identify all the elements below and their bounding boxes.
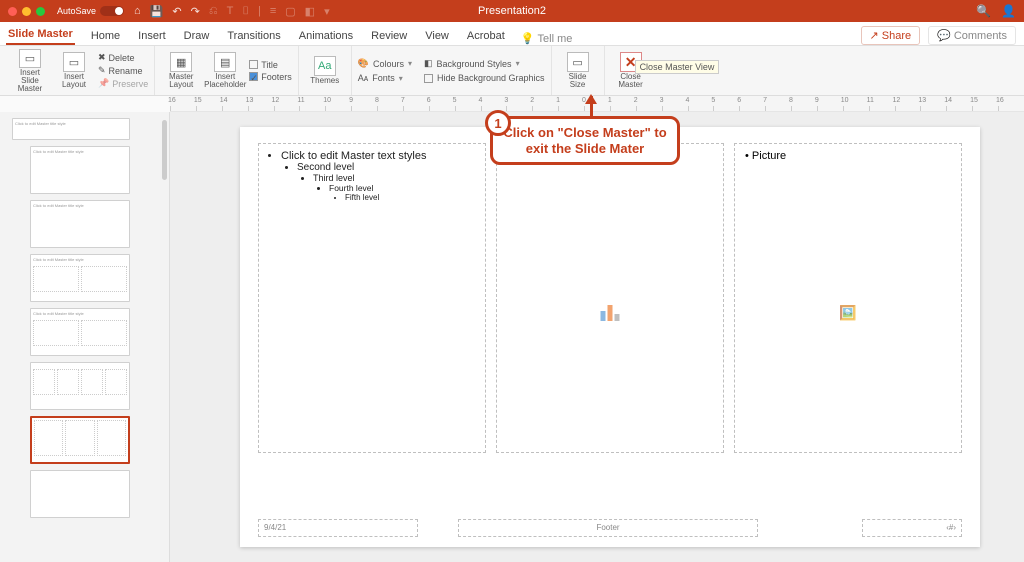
layout-thumbnail[interactable]: Click to edit Master title style [30,308,130,356]
bullet-l2: Second level [297,162,477,173]
close-master-tooltip: Close Master View [635,60,720,74]
layout-thumbnail[interactable]: Click to edit Master title style [30,254,130,302]
themes-icon: Aa [314,56,336,76]
undo-icon[interactable]: ↶ [172,5,181,18]
colours-icon: 🎨 [358,58,369,69]
qat-icon[interactable]: ◧ [305,5,315,18]
layout-thumbnail[interactable]: Click to edit Master title style [30,200,130,248]
themes-button[interactable]: Aa Themes [305,49,345,93]
qat-icon[interactable]: ⎌ [209,5,218,18]
annotation-callout: Click on "Close Master" to exit the Slid… [490,116,680,165]
qat-icon[interactable]: ≡ [270,5,276,17]
tab-view[interactable]: View [423,26,451,45]
slide-master-icon: ▭ [19,49,41,68]
horizontal-ruler: 1615141312111098765432101234567891011121… [170,96,1024,112]
save-icon[interactable]: 💾 [150,5,164,18]
qat-icon[interactable]: | [258,5,261,17]
title-bar: AutoSave ⌂ 💾 ↶ ↷ ⎌ T ⌷ | ≡ ▢ ◧ ▾ Present… [0,0,1024,22]
insert-layout-button[interactable]: ▭ Insert Layout [54,49,94,93]
fonts-dropdown[interactable]: AᴀFonts▾ [358,73,412,83]
document-title: Presentation2 [478,5,546,17]
tab-acrobat[interactable]: Acrobat [465,26,507,45]
qat-icon[interactable]: ⌷ [242,5,249,18]
share-button[interactable]: ↗Share [861,26,921,45]
qat-icon[interactable]: ▾ [324,5,330,18]
bg-styles-icon: ◧ [424,58,433,69]
title-checkbox[interactable]: Title [249,59,292,71]
autosave-label: AutoSave [57,6,96,16]
chart-icon [601,305,620,321]
layout-thumbnail[interactable]: Click to edit Master title style [30,146,130,194]
bulb-icon: 💡 [521,32,535,45]
insert-slide-master-button[interactable]: ▭ Insert Slide Master [10,49,50,93]
tab-insert[interactable]: Insert [136,26,168,45]
tell-me-search[interactable]: 💡 Tell me [521,32,573,45]
workspace: Click to edit Master title style Click t… [0,112,1024,562]
date-placeholder[interactable]: 9/4/21 [258,519,418,537]
background-styles-dropdown[interactable]: ◧Background Styles▾ [424,58,545,69]
bullet-l4: Fourth level [329,183,477,193]
rename-icon: ✎ [98,65,106,76]
slide-size-icon: ▭ [567,52,589,72]
bullet-l3: Third level [313,173,477,183]
rename-button[interactable]: ✎Rename [98,64,148,77]
slide: Click to edit Master text styles Second … [240,127,980,547]
comment-icon: 💬 [937,29,951,42]
tab-review[interactable]: Review [369,26,409,45]
layout-thumbnail[interactable] [30,362,130,410]
delete-icon: ✖ [98,52,106,63]
window-controls [0,7,45,16]
home-icon[interactable]: ⌂ [134,5,141,17]
footers-checkbox[interactable]: ✓Footers [249,71,292,83]
delete-button[interactable]: ✖Delete [98,51,148,64]
slide-number-placeholder[interactable]: ‹#› [862,519,962,537]
search-icon[interactable]: 🔍 [976,4,991,18]
layout-icon: ▭ [63,52,85,72]
minimize-window-icon[interactable] [22,7,31,16]
qat-icon[interactable]: T [227,5,234,17]
placeholder-icon: ▤ [214,52,236,72]
bullet-l1: Click to edit Master text styles [281,150,477,162]
ribbon-tabs: Slide Master Home Insert Draw Transition… [0,22,1024,46]
layout-thumbnail-selected[interactable] [30,416,130,464]
master-layout-icon: ▦ [170,52,192,72]
footer-placeholder[interactable]: Footer [458,519,758,537]
preserve-icon: 📌 [98,78,109,89]
tab-slide-master[interactable]: Slide Master [6,24,75,45]
tab-transitions[interactable]: Transitions [225,26,282,45]
redo-icon[interactable]: ↷ [191,5,200,18]
preserve-button[interactable]: 📌Preserve [98,77,148,90]
thumbnail-panel[interactable]: Click to edit Master title style Click t… [0,112,170,562]
share-icon: ↗ [870,29,879,42]
master-layout-button[interactable]: ▦ Master Layout [161,49,201,93]
annotation-step-number: 1 [485,110,511,136]
fonts-icon: Aᴀ [358,73,368,83]
ribbon: ▭ Insert Slide Master ▭ Insert Layout ✖D… [0,46,1024,96]
quick-access-toolbar: ⌂ 💾 ↶ ↷ ⎌ T ⌷ | ≡ ▢ ◧ ▾ [134,5,330,18]
layout-thumbnail[interactable] [30,470,130,518]
autosave-toggle[interactable]: AutoSave [57,6,124,16]
colours-dropdown[interactable]: 🎨Colours▾ [358,58,412,69]
close-window-icon[interactable] [8,7,17,16]
slide-canvas[interactable]: Click to edit Master text styles Second … [170,112,1024,562]
tab-animations[interactable]: Animations [297,26,355,45]
qat-icon[interactable]: ▢ [285,5,295,18]
picture-icon: 🖼️ [839,305,856,322]
picture-placeholder[interactable]: • Picture 🖼️ [734,143,962,453]
scrollbar[interactable] [162,120,167,180]
insert-placeholder-button[interactable]: ▤ Insert Placeholder [205,49,245,93]
chart-placeholder[interactable]: • Chart [496,143,724,453]
account-icon[interactable]: 👤 [1001,4,1016,18]
tab-draw[interactable]: Draw [182,26,212,45]
bullet-l5: Fifth level [345,193,477,202]
slide-size-button[interactable]: ▭ Slide Size [558,49,598,93]
content-placeholder[interactable]: Click to edit Master text styles Second … [258,143,486,453]
hide-bg-checkbox[interactable]: Hide Background Graphics [424,73,545,83]
tab-home[interactable]: Home [89,26,122,45]
comments-button[interactable]: 💬Comments [928,26,1016,45]
maximize-window-icon[interactable] [36,7,45,16]
master-thumbnail[interactable]: Click to edit Master title style [12,118,130,140]
